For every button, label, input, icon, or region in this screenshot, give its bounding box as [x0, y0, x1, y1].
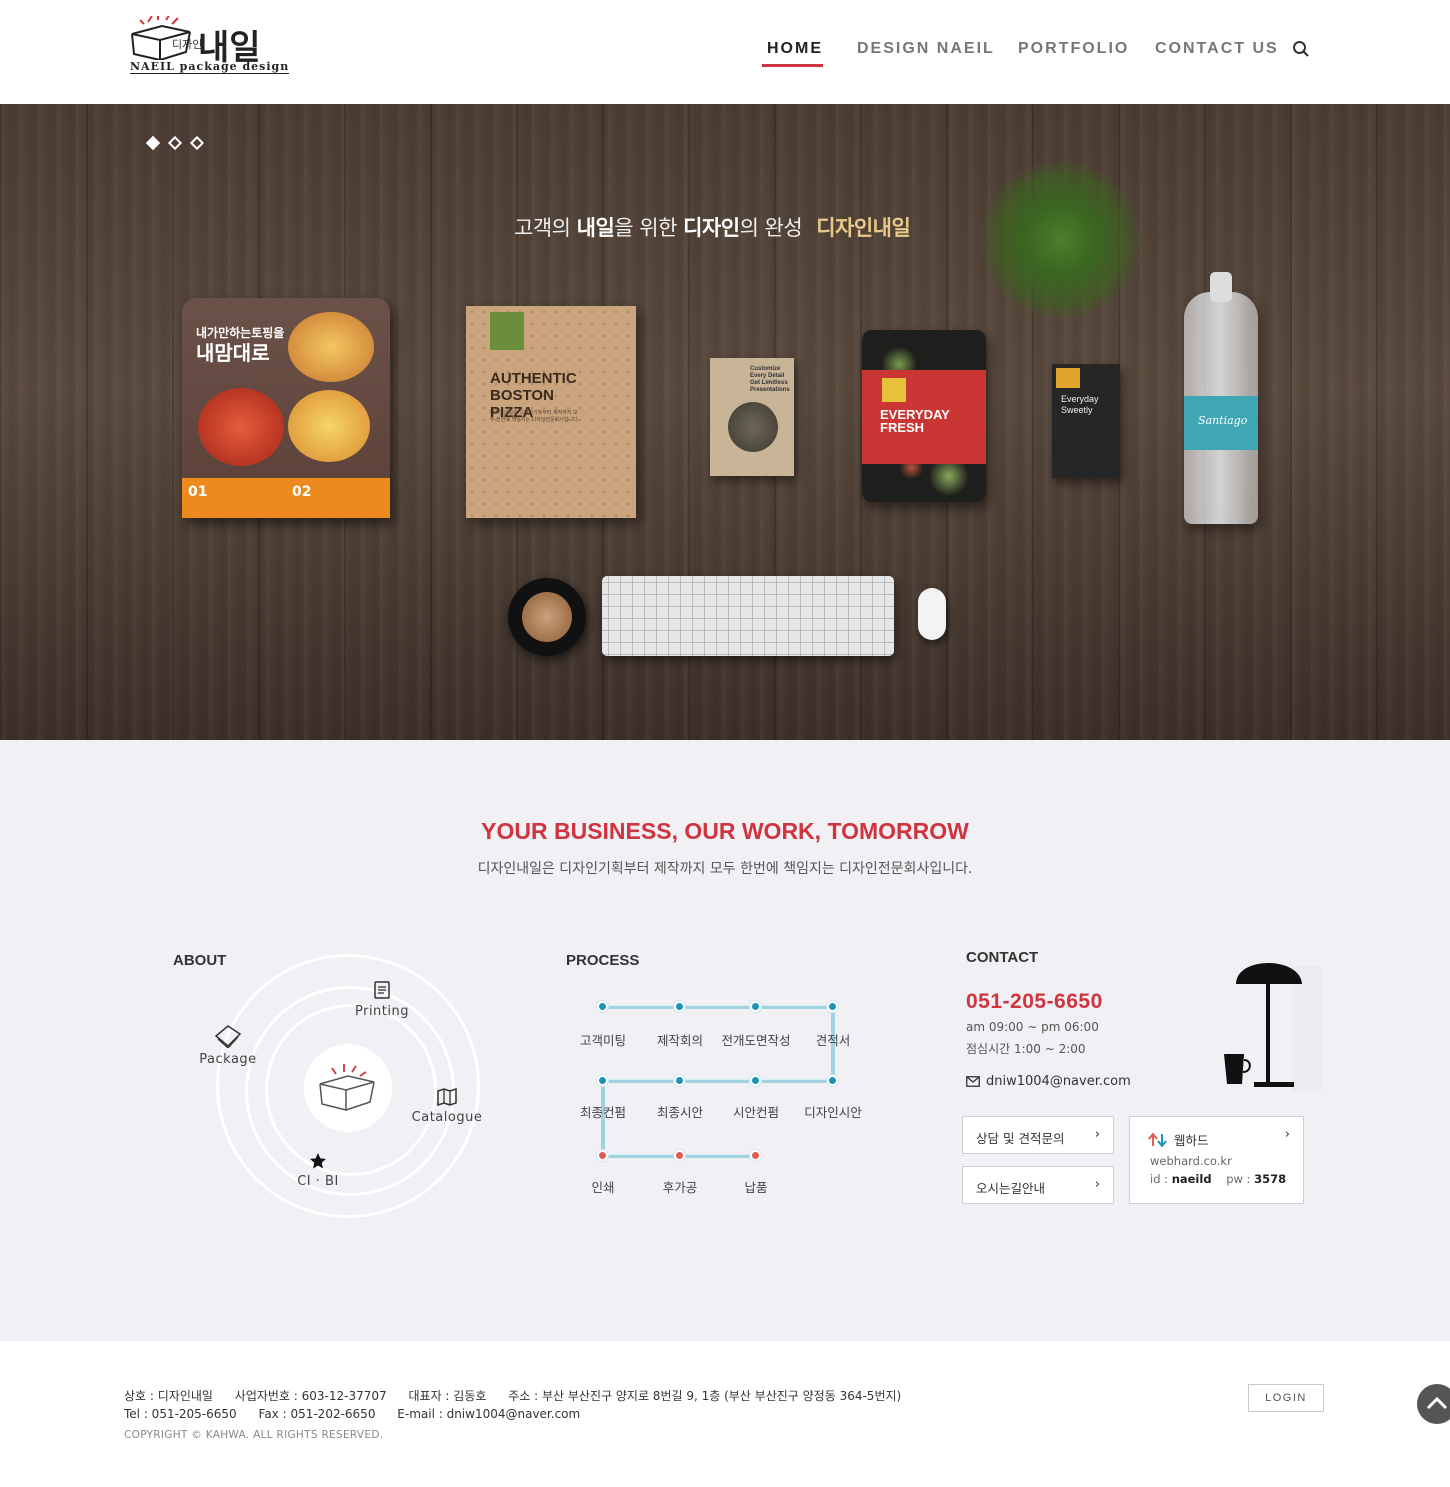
footer-fax: Fax : 051-202-6650 — [258, 1407, 376, 1421]
slide-dot-2[interactable] — [167, 135, 183, 151]
footer-biz-no: 사업자번호 : 603-12-37707 — [234, 1389, 387, 1403]
plant-image — [976, 160, 1146, 320]
process-title: PROCESS — [566, 952, 640, 969]
contact-title: CONTACT — [966, 949, 1039, 966]
info-section: YOUR BUSINESS, OUR WORK, TOMORROW 디자인내일은… — [0, 740, 1450, 1341]
footer-company: 상호 : 디자인내일 — [124, 1389, 213, 1403]
contact-email: dniw1004@naver.com — [986, 1074, 1131, 1089]
process-dot — [750, 1075, 761, 1086]
contact-email-row[interactable]: dniw1004@naver.com — [966, 1074, 1131, 1089]
hero-brand: 디자인내일 — [816, 216, 911, 240]
about-catalogue[interactable]: Catalogue — [408, 1088, 486, 1125]
tagline-subtext: 디자인내일은 디자인기획부터 제작까지 모두 한번에 책임지는 디자인전문회사입… — [477, 861, 973, 877]
process-dot — [750, 1150, 761, 1161]
up-down-arrows-icon — [1148, 1132, 1167, 1147]
bottle-image: Santiago — [1184, 272, 1258, 524]
nav-design-naeil[interactable]: DESIGN NAEIL — [857, 40, 995, 58]
footer-email: E-mail : dniw1004@naver.com — [397, 1407, 581, 1421]
process-dot — [827, 1001, 838, 1012]
process-step: 견적서 — [815, 1033, 851, 1048]
mail-icon — [966, 1076, 980, 1087]
hero-title: 고객의 내일을 위한 디자인의 완성 디자인내일 — [514, 216, 911, 240]
slide-indicators — [145, 135, 205, 151]
about-cibi[interactable]: CI · BI — [286, 1152, 350, 1189]
kraft-pizza-box-image: AUTHENTIC BOSTON PIZZA 디자인내일은 디자인기획부터 제작… — [466, 306, 636, 518]
pizza-box-image: 내가만하는토핑을 내맘대로 01 02 — [182, 298, 390, 518]
nav-active-underline — [762, 64, 823, 67]
chevron-right-icon: › — [1094, 1127, 1100, 1142]
chocolate-box-image: Everyday Sweetly — [1052, 364, 1120, 478]
process-dot — [597, 1001, 608, 1012]
process-step: 디자인시안 — [804, 1105, 862, 1120]
search-icon[interactable] — [1292, 40, 1310, 58]
webhard-url: webhard.co.kr — [1150, 1154, 1232, 1168]
logo-english-text: NAEIL package design — [130, 60, 290, 74]
lamp-illustration — [1224, 963, 1322, 1092]
nav-home[interactable]: HOME — [767, 40, 823, 58]
map-icon — [437, 1088, 457, 1106]
process-dot — [827, 1075, 838, 1086]
footer-address: 주소 : 부산 부산진구 양지로 8번길 9, 1층 (부산 부산진구 양정동 … — [508, 1389, 902, 1403]
process-dot — [597, 1150, 608, 1161]
process-dot — [674, 1075, 685, 1086]
site-logo[interactable]: 디자인 내일 NAEIL package design — [128, 16, 290, 78]
footer-ceo: 대표자 : 김동호 — [408, 1389, 487, 1403]
directions-label: 오시는길안내 — [976, 1181, 1046, 1196]
chevron-right-icon: › — [1094, 1177, 1100, 1192]
process-line-3 — [603, 1079, 833, 1083]
webhard-box[interactable]: 웹하드 › webhard.co.kr id : naeild pw : 357… — [1129, 1116, 1304, 1204]
chevron-right-icon: › — [1284, 1127, 1290, 1142]
about-package-label: Package — [199, 1052, 257, 1067]
footer-info-line-2: Tel : 051-205-6650 Fax : 051-202-6650 E-… — [124, 1407, 598, 1421]
contact-phone[interactable]: 051-205-6650 — [966, 990, 1103, 1014]
salad-container-image: EVERYDAY FRESH — [862, 330, 986, 502]
seed-pack-image: Customize Every Detail Get Limitless Pre… — [710, 358, 794, 476]
mouse-image — [918, 588, 946, 640]
process-dot — [674, 1150, 685, 1161]
nav-portfolio[interactable]: PORTFOLIO — [1018, 40, 1129, 58]
inquiry-label: 상담 및 견적문의 — [976, 1131, 1065, 1146]
directions-button[interactable]: 오시는길안내 › — [962, 1166, 1114, 1204]
about-cibi-label: CI · BI — [297, 1174, 339, 1189]
coffee-cup-image — [508, 578, 586, 656]
login-button[interactable]: LOGIN — [1248, 1384, 1324, 1412]
site-header: 디자인 내일 NAEIL package design HOME DESIGN … — [0, 0, 1450, 104]
contact-hours: am 09:00 ~ pm 06:00 — [966, 1020, 1099, 1034]
webhard-credentials: id : naeild pw : 3578 — [1150, 1172, 1287, 1186]
footer-info-line-1: 상호 : 디자인내일 사업자번호 : 603-12-37707 대표자 : 김동… — [124, 1387, 919, 1404]
contact-lunch: 점심시간 1:00 ~ 2:00 — [966, 1042, 1086, 1056]
nav-contact-us[interactable]: CONTACT US — [1155, 40, 1279, 58]
slide-dot-3[interactable] — [189, 135, 205, 151]
about-catalogue-label: Catalogue — [411, 1110, 483, 1125]
tagline: YOUR BUSINESS, OUR WORK, TOMORROW — [481, 818, 969, 844]
about-center — [304, 1044, 392, 1132]
footer-copyright: COPYRIGHT © KAHWA. ALL RIGHTS RESERVED. — [124, 1429, 384, 1441]
package-icon — [214, 1025, 242, 1048]
keyboard-image — [602, 576, 894, 656]
inquiry-button[interactable]: 상담 및 견적문의 › — [962, 1116, 1114, 1154]
webhard-label: 웹하드 — [1174, 1133, 1209, 1148]
about-package[interactable]: Package — [196, 1024, 260, 1067]
scroll-top-button[interactable] — [1417, 1384, 1450, 1424]
box-icon — [319, 1064, 375, 1111]
star-icon — [310, 1153, 326, 1169]
slide-dot-1[interactable] — [145, 135, 161, 151]
document-icon — [374, 981, 390, 999]
footer-tel: Tel : 051-205-6650 — [124, 1407, 237, 1421]
about-printing-label: Printing — [354, 1004, 409, 1019]
about-printing[interactable]: Printing — [350, 980, 414, 1019]
site-footer: 상호 : 디자인내일 사업자번호 : 603-12-37707 대표자 : 김동… — [0, 1341, 1450, 1487]
process-dot — [750, 1001, 761, 1012]
process-dot — [674, 1001, 685, 1012]
process-line-1 — [603, 1005, 833, 1009]
process-dot — [597, 1075, 608, 1086]
process-step: 납품 — [744, 1180, 768, 1195]
about-title: ABOUT — [173, 952, 227, 969]
hero-banner: 고객의 내일을 위한 디자인의 완성 디자인내일 내가만하는토핑을 내맘대로 01 0… — [0, 104, 1450, 740]
chevron-up-icon — [1426, 1396, 1448, 1410]
